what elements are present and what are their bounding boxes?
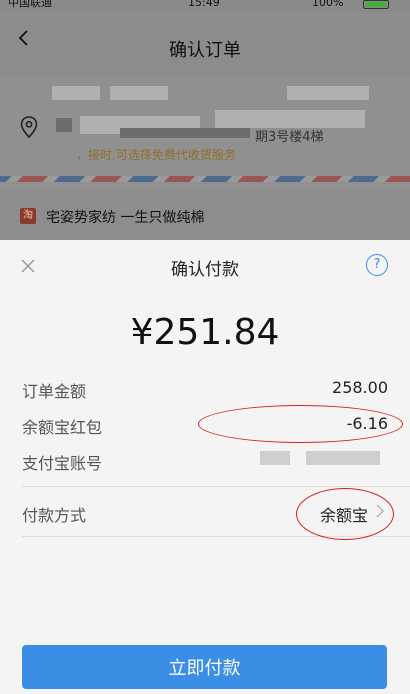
order-header: 确认订单: [0, 12, 410, 76]
battery-icon: [363, 0, 389, 9]
annotation-ellipse: [296, 488, 394, 540]
payment-method-label: 付款方式: [22, 506, 87, 525]
delivery-tip: ，接时,可选择免费代收货服务: [76, 148, 236, 162]
address-card[interactable]: 期3号楼4梯 ，接时,可选择免费代收货服务: [0, 76, 410, 190]
location-icon: [20, 116, 38, 138]
shop-row: 淘 宅姿势家纺 一生只做纯棉: [0, 196, 410, 230]
page-title: 确认订单: [169, 40, 241, 61]
account-label: 支付宝账号: [22, 454, 103, 473]
shop-name: 宅姿势家纺 一生只做纯棉: [46, 210, 205, 226]
divider: [22, 486, 410, 487]
clock: 15:49: [188, 0, 220, 9]
payment-sheet: 确认付款 ? ¥251.84 订单金额 258.00 余额宝红包 -6.16 支…: [0, 240, 410, 694]
account-value-masked: [306, 451, 380, 465]
order-amount-label: 订单金额: [22, 382, 87, 401]
battery-percent: 100%: [312, 0, 344, 9]
help-icon[interactable]: ?: [366, 254, 388, 276]
airmail-stripe: [0, 176, 410, 182]
red-packet-label: 余额宝红包: [22, 418, 103, 437]
order-amount-value: 258.00: [332, 378, 388, 397]
address-text: 期3号楼4梯: [255, 130, 324, 145]
sheet-title: 确认付款: [171, 260, 239, 280]
pay-now-button[interactable]: 立即付款: [22, 645, 387, 689]
annotation-ellipse: [198, 405, 403, 443]
carrier-label: 中国联通: [8, 0, 52, 9]
account-value-masked: [260, 451, 290, 465]
status-bar: 中国联通 15:49 100%: [0, 0, 410, 12]
taobao-badge-icon: 淘: [20, 208, 36, 224]
payment-amount: ¥251.84: [130, 312, 280, 353]
